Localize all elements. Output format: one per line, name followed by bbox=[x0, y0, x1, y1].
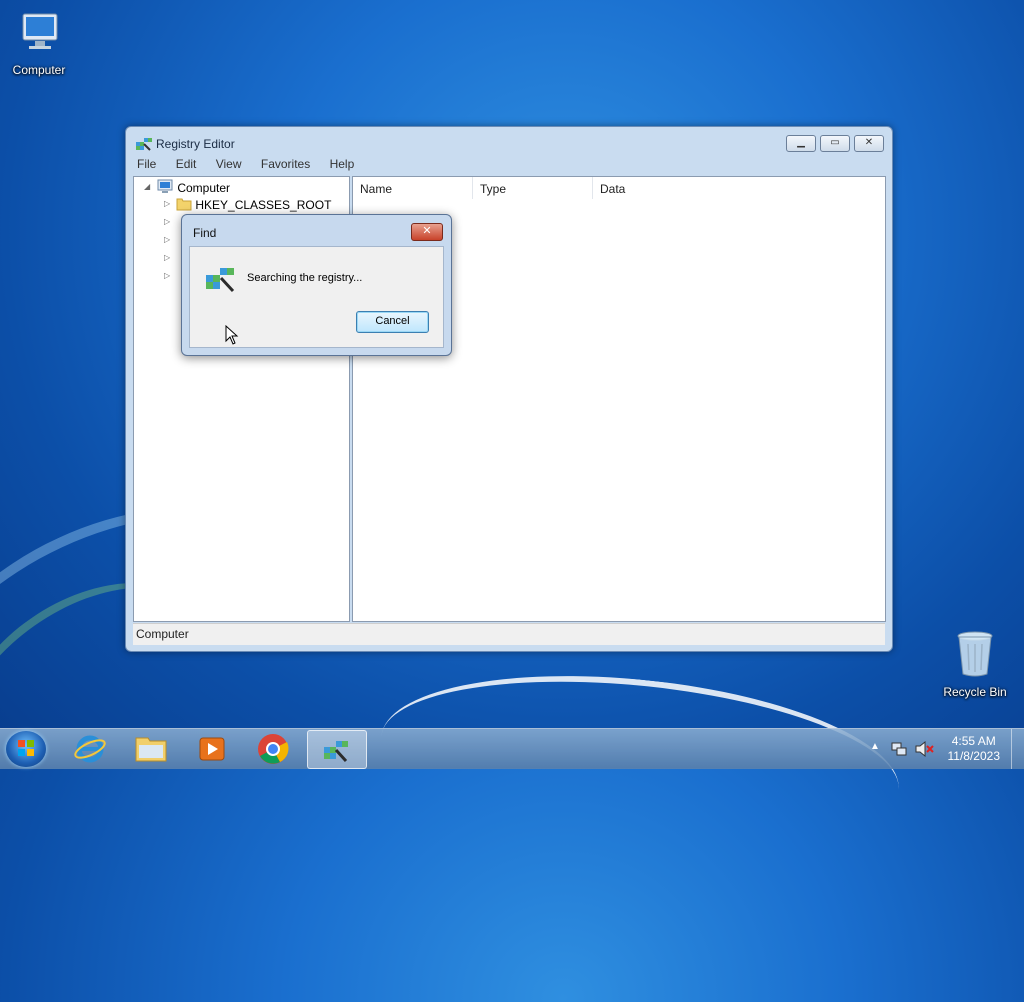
maximize-button[interactable]: ▭ bbox=[820, 135, 850, 152]
folder-icon bbox=[176, 198, 192, 211]
network-icon[interactable] bbox=[890, 740, 908, 763]
start-button[interactable] bbox=[6, 731, 46, 767]
desktop-icon-computer-label: Computer bbox=[12, 63, 66, 77]
registry-editor-window: Registry Editor ▁ ▭ ✕ File Edit View Fav… bbox=[125, 126, 893, 652]
find-dialog: Find ✕ Searching the registry... Cancel bbox=[181, 214, 452, 356]
registry-editor-app-icon bbox=[135, 135, 153, 158]
menu-help[interactable]: Help bbox=[327, 157, 358, 171]
computer-icon bbox=[1, 8, 77, 59]
cancel-button[interactable]: Cancel bbox=[356, 311, 429, 333]
column-header-data[interactable]: Data bbox=[593, 177, 883, 199]
find-dialog-close-button[interactable]: ✕ bbox=[411, 223, 443, 241]
menu-favorites[interactable]: Favorites bbox=[258, 157, 313, 171]
collapse-arrow-icon[interactable]: ◢ bbox=[144, 182, 150, 191]
expand-arrow-icon[interactable]: ▷ bbox=[164, 235, 170, 244]
mouse-cursor-icon bbox=[225, 324, 239, 350]
taskbar: ▲ 4:55 AM 11/8/2023 bbox=[0, 728, 1024, 769]
menu-edit[interactable]: Edit bbox=[173, 157, 200, 171]
expand-arrow-icon[interactable]: ▷ bbox=[164, 217, 170, 226]
status-bar: Computer bbox=[133, 623, 885, 645]
show-desktop-button[interactable] bbox=[1011, 729, 1024, 769]
column-header-type[interactable]: Type bbox=[473, 177, 593, 199]
taskbar-media-player[interactable] bbox=[183, 730, 241, 767]
chrome-icon bbox=[258, 734, 289, 764]
menu-view[interactable]: View bbox=[213, 157, 245, 171]
expand-arrow-icon[interactable]: ▷ bbox=[164, 253, 170, 262]
internet-explorer-icon bbox=[74, 735, 106, 763]
expand-arrow-icon[interactable]: ▷ bbox=[164, 199, 170, 208]
taskbar-chrome[interactable] bbox=[244, 730, 302, 767]
folder-icon bbox=[135, 737, 167, 762]
tree-item-hkcr-label: HKEY_CLASSES_ROOT bbox=[195, 198, 332, 212]
expand-arrow-icon[interactable]: ▷ bbox=[164, 271, 170, 280]
media-player-icon bbox=[199, 737, 225, 761]
show-hidden-icons-arrow[interactable]: ▲ bbox=[870, 741, 880, 752]
taskbar-internet-explorer[interactable] bbox=[61, 730, 119, 767]
column-header-name[interactable]: Name bbox=[353, 177, 473, 199]
tray-time: 4:55 AM bbox=[951, 734, 996, 748]
menu-file[interactable]: File bbox=[134, 157, 159, 171]
desktop-icon-computer[interactable]: Computer bbox=[1, 8, 77, 77]
close-button[interactable]: ✕ bbox=[854, 135, 884, 152]
window-title: Registry Editor bbox=[156, 137, 235, 151]
desktop-icon-recycle-bin-label: Recycle Bin bbox=[943, 685, 1007, 699]
recycle-bin-icon bbox=[937, 630, 1013, 681]
taskbar-file-explorer[interactable] bbox=[122, 730, 180, 767]
tree-item-computer[interactable]: Computer bbox=[156, 179, 230, 195]
minimize-button[interactable]: ▁ bbox=[786, 135, 816, 152]
find-dialog-message: Searching the registry... bbox=[247, 272, 363, 284]
tree-item-computer-label: Computer bbox=[177, 181, 231, 195]
menu-bar: File Edit View Favorites Help bbox=[134, 157, 367, 175]
tray-clock[interactable]: 4:55 AM 11/8/2023 bbox=[948, 734, 1001, 764]
taskbar-registry-editor[interactable] bbox=[307, 730, 367, 769]
registry-search-icon bbox=[204, 263, 238, 300]
desktop-icon-recycle-bin[interactable]: Recycle Bin bbox=[937, 630, 1013, 699]
windows-logo-icon bbox=[18, 740, 34, 756]
registry-editor-icon bbox=[324, 741, 348, 763]
volume-muted-icon[interactable] bbox=[914, 740, 934, 763]
tree-item-hkey-classes-root[interactable]: HKEY_CLASSES_ROOT bbox=[176, 197, 331, 212]
find-dialog-title: Find bbox=[193, 226, 217, 240]
tray-date: 11/8/2023 bbox=[947, 749, 1001, 763]
computer-icon bbox=[157, 179, 173, 193]
